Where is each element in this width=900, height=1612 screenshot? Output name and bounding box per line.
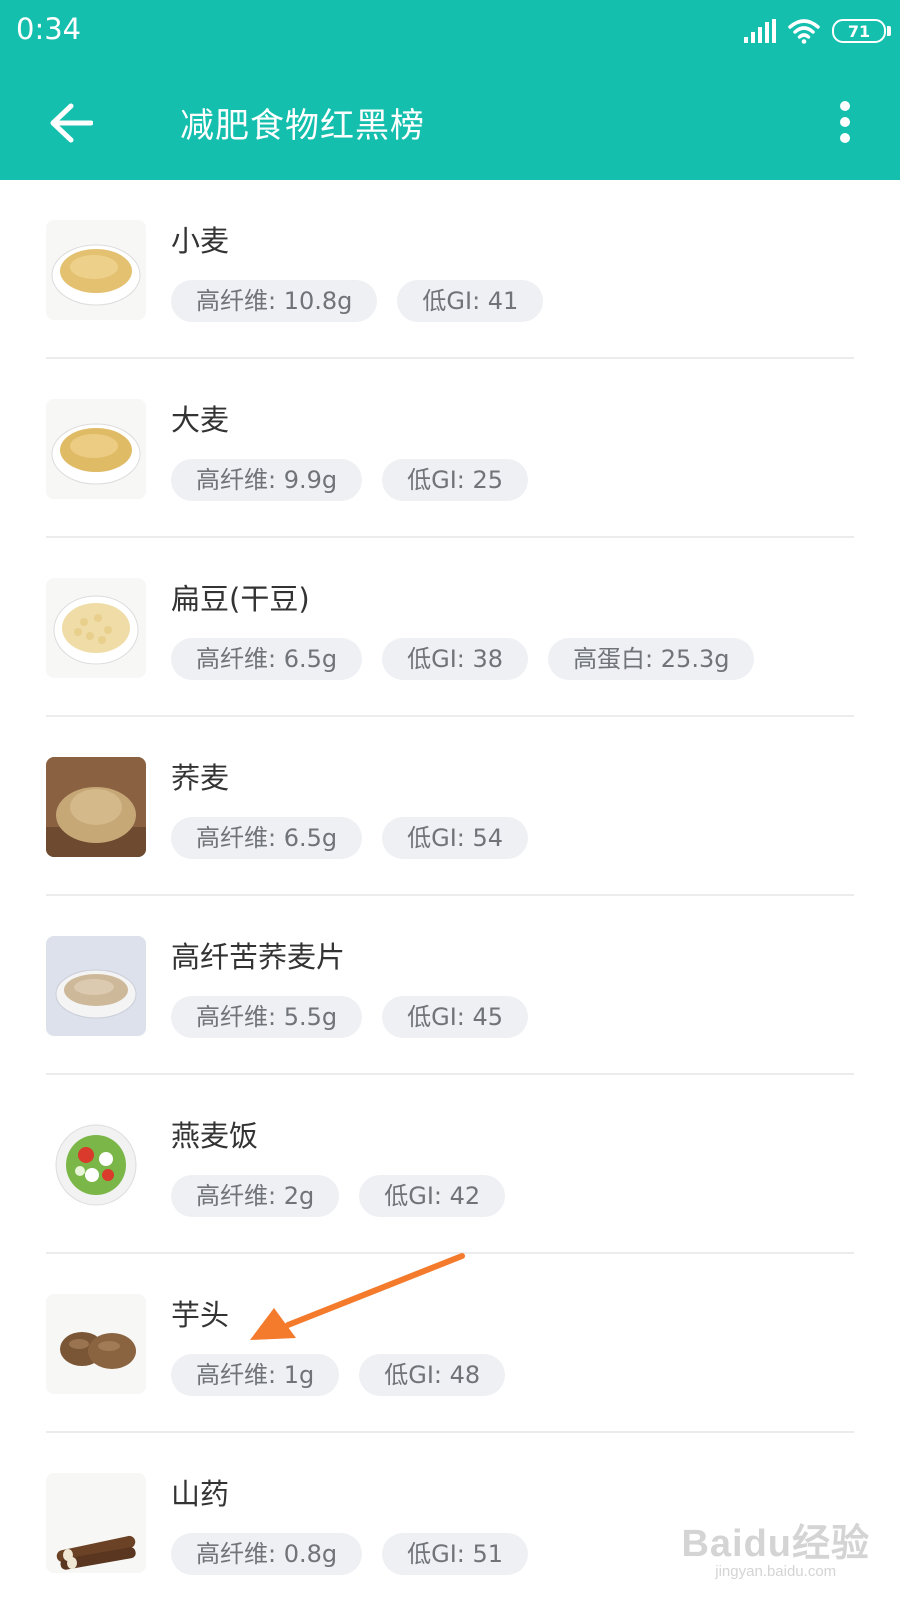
gi-tag: 低GI: 42: [359, 1175, 506, 1217]
oat-flakes-bowl-image: [46, 936, 146, 1036]
beans-bowl-image: [46, 578, 146, 678]
buckwheat-pile-image: [46, 757, 146, 857]
food-tags: 高纤维: 6.5g 低GI: 38 高蛋白: 25.3g: [171, 638, 755, 680]
food-name: 扁豆(干豆): [171, 582, 310, 616]
fiber-tag: 高纤维: 5.5g: [171, 996, 363, 1038]
signal-icon: [744, 19, 776, 43]
food-name: 山药: [171, 1477, 230, 1511]
fiber-tag: 高纤维: 10.8g: [171, 280, 378, 322]
fiber-tag: 高纤维: 6.5g: [171, 638, 363, 680]
food-tags: 高纤维: 1g 低GI: 48: [171, 1354, 506, 1396]
page-title: 减肥食物红黑榜: [180, 106, 425, 146]
gi-tag: 低GI: 38: [382, 638, 529, 680]
list-item[interactable]: 大麦 高纤维: 9.9g 低GI: 25: [0, 359, 900, 538]
food-name: 荞麦: [171, 761, 230, 795]
food-name: 燕麦饭: [171, 1119, 259, 1153]
gi-tag: 低GI: 25: [382, 459, 529, 501]
more-options-button[interactable]: [830, 98, 860, 146]
food-tags: 高纤维: 6.5g 低GI: 54: [171, 817, 529, 859]
food-thumbnail: [46, 578, 146, 678]
food-name: 高纤苦荞麦片: [171, 940, 346, 974]
back-button[interactable]: [40, 92, 102, 154]
fiber-tag: 高纤维: 9.9g: [171, 459, 363, 501]
food-thumbnail: [46, 936, 146, 1036]
gi-tag: 低GI: 54: [382, 817, 529, 859]
food-tags: 高纤维: 10.8g 低GI: 41: [171, 280, 544, 322]
grain-bowl-image: [46, 399, 146, 499]
fiber-tag: 高纤维: 0.8g: [171, 1533, 363, 1575]
gi-tag: 低GI: 41: [397, 280, 544, 322]
list-item[interactable]: 芋头 高纤维: 1g 低GI: 48: [0, 1254, 900, 1433]
grain-bowl-image: [46, 220, 146, 320]
taro-image: [46, 1294, 146, 1394]
food-name: 小麦: [171, 224, 230, 258]
food-thumbnail: [46, 220, 146, 320]
food-thumbnail: [46, 1473, 146, 1573]
app-bar: 0:34 71 减肥食物红黑榜: [0, 0, 900, 180]
food-thumbnail: [46, 1294, 146, 1394]
watermark: Baidu经验 jingyan.baidu.com: [681, 1512, 870, 1580]
watermark-logo: Baidu经验: [681, 1523, 870, 1565]
protein-tag: 高蛋白: 25.3g: [548, 638, 755, 680]
list-item[interactable]: 高纤苦荞麦片 高纤维: 5.5g 低GI: 45: [0, 896, 900, 1075]
more-vert-icon: [840, 101, 850, 143]
list-item[interactable]: 燕麦饭 高纤维: 2g 低GI: 42: [0, 1075, 900, 1254]
list-item[interactable]: 小麦 高纤维: 10.8g 低GI: 41: [0, 180, 900, 359]
battery-icon: 71: [832, 19, 891, 43]
food-name: 芋头: [171, 1298, 230, 1332]
food-tags: 高纤维: 5.5g 低GI: 45: [171, 996, 529, 1038]
gi-tag: 低GI: 45: [382, 996, 529, 1038]
gi-tag: 低GI: 48: [359, 1354, 506, 1396]
battery-level: 71: [847, 21, 871, 41]
status-time: 0:34: [16, 12, 82, 46]
food-thumbnail: [46, 1115, 146, 1215]
food-name: 大麦: [171, 403, 230, 437]
arrow-left-icon: [50, 103, 93, 143]
food-tags: 高纤维: 2g 低GI: 42: [171, 1175, 506, 1217]
yam-image: [46, 1473, 146, 1573]
salad-plate-image: [46, 1115, 146, 1215]
food-thumbnail: [46, 757, 146, 857]
gi-tag: 低GI: 51: [382, 1533, 529, 1575]
food-tags: 高纤维: 9.9g 低GI: 25: [171, 459, 529, 501]
list-item[interactable]: 扁豆(干豆) 高纤维: 6.5g 低GI: 38 高蛋白: 25.3g: [0, 538, 900, 717]
wifi-icon: [788, 19, 820, 44]
list-item[interactable]: 荞麦 高纤维: 6.5g 低GI: 54: [0, 717, 900, 896]
fiber-tag: 高纤维: 6.5g: [171, 817, 363, 859]
status-icons: 71: [744, 16, 891, 46]
fiber-tag: 高纤维: 2g: [171, 1175, 340, 1217]
fiber-tag: 高纤维: 1g: [171, 1354, 340, 1396]
food-tags: 高纤维: 0.8g 低GI: 51: [171, 1533, 529, 1575]
food-thumbnail: [46, 399, 146, 499]
food-list: 小麦 高纤维: 10.8g 低GI: 41 大麦 高纤维: 9.9g 低GI: …: [0, 180, 900, 1612]
